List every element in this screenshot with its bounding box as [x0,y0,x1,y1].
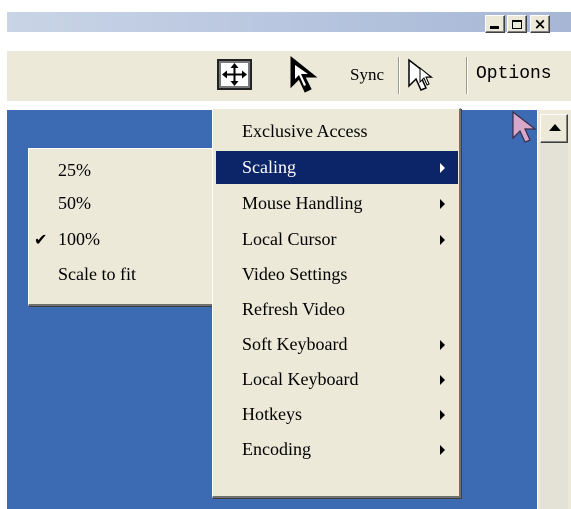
close-icon: × [533,14,547,33]
scaling-option-25[interactable]: 25% [32,154,212,187]
menu-item-hotkeys[interactable]: Hotkeys [216,398,458,431]
menu-item-label: Hotkeys [242,404,302,424]
menu-item-label: 50% [58,193,91,213]
submenu-arrow-icon [440,445,445,455]
submenu-arrow-icon [440,163,445,173]
kvm-viewer-window: × Sync Options 25% 50% ✔ 100% Scale to f… [0,0,571,509]
menu-item-encoding[interactable]: Encoding [216,433,458,466]
close-button[interactable]: × [530,15,550,33]
menu-item-label: 25% [58,160,91,180]
menu-item-label: Local Keyboard [242,369,359,389]
scaling-option-scale-to-fit[interactable]: Scale to fit [32,258,212,291]
scaling-option-100[interactable]: ✔ 100% [32,223,212,256]
menu-item-label: Encoding [242,439,311,459]
sync-button[interactable]: Sync [350,65,384,85]
options-menu: Exclusive Access Scaling Mouse Handling … [212,108,461,498]
scrollbar-track[interactable] [540,143,568,509]
menu-item-video-settings[interactable]: Video Settings [216,258,458,291]
menu-item-label: Scaling [242,157,296,177]
scaling-option-50[interactable]: 50% [32,187,212,220]
menu-item-label: Scale to fit [58,264,136,284]
menu-item-local-keyboard[interactable]: Local Keyboard [216,363,458,396]
submenu-arrow-icon [440,340,445,350]
scroll-up-button[interactable] [540,114,568,143]
scaling-submenu: 25% 50% ✔ 100% Scale to fit [28,148,216,306]
fit-to-window-icon [222,63,247,86]
menu-item-label: Video Settings [242,264,348,284]
minimize-button[interactable] [485,15,505,33]
checkmark-icon: ✔ [34,230,48,249]
minimize-icon [490,26,499,29]
menu-item-label: Soft Keyboard [242,334,348,354]
menu-item-exclusive-access[interactable]: Exclusive Access [216,115,458,148]
fit-to-window-button[interactable] [217,59,252,90]
arrow-cursor-icon[interactable] [287,55,323,95]
maximize-icon [512,19,522,29]
remote-cursor-icon [512,110,537,143]
submenu-arrow-icon [440,410,445,420]
outline-cursor-icon[interactable] [406,58,436,94]
submenu-arrow-icon [440,375,445,385]
menu-item-scaling[interactable]: Scaling [216,151,458,184]
menu-item-refresh-video[interactable]: Refresh Video [216,293,458,326]
toolbar-separator [466,57,468,94]
scroll-up-arrow-icon [549,124,561,131]
menu-item-local-cursor[interactable]: Local Cursor [216,223,458,256]
menu-item-mouse-handling[interactable]: Mouse Handling [216,187,458,220]
menu-item-label: Exclusive Access [242,121,368,141]
menu-item-soft-keyboard[interactable]: Soft Keyboard [216,328,458,361]
menu-item-label: 100% [58,229,100,249]
submenu-arrow-icon [440,199,445,209]
menu-item-label: Refresh Video [242,299,346,319]
options-menu-button[interactable]: Options [476,64,552,84]
maximize-button[interactable] [507,15,527,33]
menu-item-label: Local Cursor [242,229,337,249]
submenu-arrow-icon [440,235,445,245]
toolbar-separator [398,57,400,94]
menu-item-label: Mouse Handling [242,193,363,213]
